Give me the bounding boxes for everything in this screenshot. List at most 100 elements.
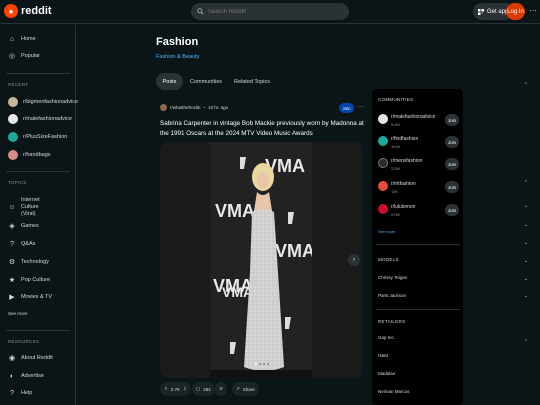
comments-button[interactable]: ▢ 282 — [192, 382, 215, 396]
share-button[interactable]: ↗ Share — [232, 382, 259, 396]
sidebar-item-topic[interactable]: ⚙ Technology — [8, 258, 49, 266]
sidebar-item-recent[interactable]: r/malefashionadvice — [8, 114, 72, 124]
page-subtitle-link[interactable]: Fashion & Beauty — [156, 54, 199, 60]
separator-dot: • — [203, 105, 206, 110]
post-title[interactable]: Sabrina Carpenter in vintage Bob Mackie … — [160, 119, 365, 138]
chevron-down-icon[interactable]: ⌄ — [524, 240, 528, 246]
comment-icon: ▢ — [196, 386, 201, 391]
sidebar-item-topic[interactable]: ▶ Movies & TV — [8, 293, 52, 301]
community-item[interactable]: r/mtfashion 18K — [378, 181, 416, 194]
author-avatar[interactable] — [160, 104, 167, 111]
carousel-dot[interactable] — [267, 363, 269, 365]
recent-collapse-icon[interactable]: ⌃ — [524, 82, 528, 88]
qr-code-icon — [478, 8, 484, 15]
tab-related-topics[interactable]: Related Topics — [232, 73, 272, 90]
retailer-link[interactable]: Madalan — [378, 371, 395, 376]
pop-culture-icon: ★ — [8, 277, 16, 284]
models-section-label: MODELS — [378, 257, 399, 262]
chevron-down-icon[interactable]: ⌄ — [524, 258, 528, 264]
sidebar-item-popular[interactable]: ◎ Popular — [8, 52, 40, 60]
chevron-down-icon[interactable]: ⌄ — [524, 203, 528, 209]
retailer-link[interactable]: Neiman Marcus — [378, 389, 410, 394]
reddit-logo[interactable]: ● reddit — [4, 4, 52, 18]
award-button[interactable]: ♔ — [215, 382, 228, 396]
sidebar-item-recent[interactable]: r/bigmenfashionadvice — [8, 97, 78, 107]
community-item[interactable]: r/mensfashion 225K — [378, 158, 422, 171]
search-input[interactable] — [208, 8, 328, 15]
search-bar[interactable] — [191, 3, 349, 20]
page-title: Fashion — [156, 36, 199, 48]
community-avatar — [8, 132, 18, 142]
help-icon: ? — [10, 389, 14, 397]
retailer-link[interactable]: Gap Inc. — [378, 335, 395, 340]
community-name: r/lululemon — [391, 204, 416, 210]
sidebar-item-advertise[interactable]: ◐ Advertise — [8, 372, 44, 380]
sidebar-item-topic[interactable]: ★ Pop Culture — [8, 276, 50, 284]
post-author-link[interactable]: r/whatthefrockk — [170, 105, 201, 110]
tab-posts[interactable]: Posts — [156, 73, 183, 90]
sidebar-item-label: r/handbags — [23, 152, 51, 158]
community-member-count: 364K — [391, 144, 401, 149]
model-link[interactable]: Paris Jackson — [378, 293, 406, 298]
upvote-icon[interactable]: ⇧ — [164, 386, 168, 392]
downvote-icon[interactable]: ⇩ — [183, 386, 187, 392]
post-more-options-icon[interactable]: ··· — [358, 104, 364, 110]
community-member-count: 5.6M — [391, 122, 400, 127]
sidebar-item-label: Movies & TV — [21, 294, 53, 300]
retailer-link[interactable]: H&M — [378, 353, 388, 358]
vote-group: ⇧ 2.7K ⇩ — [160, 382, 191, 396]
community-item[interactable]: r/findfashion 364K — [378, 136, 418, 149]
community-avatar — [378, 158, 388, 168]
post-media[interactable]: VMA VMA VMA VMA VMA — [160, 142, 362, 378]
carousel-next-button[interactable]: › — [348, 254, 360, 266]
community-name: r/mensfashion — [391, 158, 423, 164]
share-label: Share — [242, 386, 255, 392]
join-button[interactable]: Join — [445, 136, 459, 148]
more-options-icon[interactable]: ··· — [529, 6, 537, 15]
carousel-dot[interactable] — [259, 363, 261, 365]
community-item[interactable]: r/lululemon 576K — [378, 204, 415, 217]
comment-count: 282 — [203, 386, 211, 392]
resources-collapse-icon[interactable]: ⌃ — [524, 339, 528, 345]
see-more-communities-link[interactable]: See more — [378, 229, 395, 234]
sidebar-item-home[interactable]: ⌂ Home — [8, 35, 36, 43]
sidebar-item-topic[interactable]: ? Q&As — [8, 240, 35, 248]
sidebar-item-label: Popular — [21, 53, 40, 59]
about-icon: ◉ — [8, 355, 16, 362]
chevron-down-icon[interactable]: ⌄ — [524, 222, 528, 228]
divider — [376, 309, 460, 310]
community-item[interactable]: r/malefashionadvice 5.6M — [378, 114, 435, 127]
join-button[interactable]: Join — [339, 103, 354, 113]
sidebar-item-topic[interactable]: ◈ Games — [8, 222, 38, 230]
sidebar-item-recent[interactable]: r/PlusSizeFashion — [8, 132, 67, 142]
topics-collapse-icon[interactable]: ⌃ — [524, 180, 528, 186]
divider — [6, 171, 70, 172]
sidebar-item-label: r/bigmenfashionadvice — [23, 99, 79, 105]
sidebar-item-about[interactable]: ◉ About Reddit — [8, 354, 53, 362]
sidebar-item-topic[interactable]: ☺ Internet Culture (Viral) — [8, 197, 68, 218]
technology-icon: ⚙ — [8, 259, 16, 266]
community-avatar — [378, 181, 388, 191]
join-button[interactable]: Join — [445, 204, 459, 216]
carousel-dot[interactable] — [263, 363, 265, 365]
join-button[interactable]: Join — [445, 114, 459, 126]
model-link[interactable]: Chrissy Teigen — [378, 275, 407, 280]
community-name: r/mtfashion — [391, 181, 416, 187]
vma-backdrop-text: VMA — [275, 241, 312, 261]
chevron-down-icon[interactable]: ⌄ — [524, 293, 528, 299]
tab-communities[interactable]: Communities — [189, 73, 223, 90]
community-avatar — [378, 204, 388, 214]
sidebar-item-help[interactable]: ? Help — [8, 389, 32, 397]
carousel-dot[interactable] — [255, 363, 257, 365]
community-name: r/findfashion — [391, 136, 419, 142]
see-more-topics-link[interactable]: See more — [8, 311, 28, 316]
join-button[interactable]: Join — [445, 158, 459, 170]
login-button[interactable]: Log In — [506, 3, 525, 20]
sidebar-item-recent[interactable]: r/handbags — [8, 150, 51, 160]
advertise-icon: ◐ — [9, 372, 15, 380]
sidebar-item-label: Q&As — [21, 241, 36, 247]
sidebar-item-label: Pop Culture — [21, 277, 51, 283]
join-button[interactable]: Join — [445, 181, 459, 193]
chevron-down-icon[interactable]: ⌄ — [524, 276, 528, 282]
divider — [376, 244, 460, 245]
